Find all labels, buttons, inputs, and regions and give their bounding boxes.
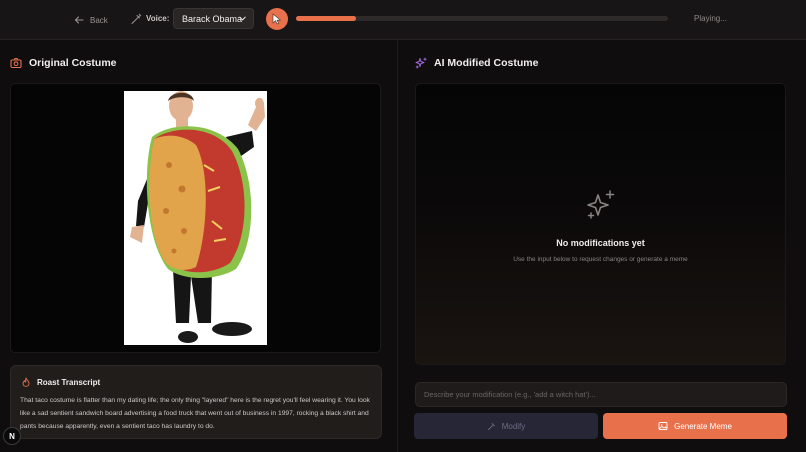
transcript-text: That taco costume is flatter than my dat… — [20, 397, 370, 430]
transcript-header: Roast Transcript — [21, 377, 100, 387]
modification-input[interactable] — [415, 382, 787, 407]
camera-icon — [10, 57, 22, 69]
sparkles-icon — [415, 57, 427, 69]
play-pause-button[interactable] — [266, 8, 288, 30]
empty-state-title: No modifications yet — [556, 238, 645, 248]
chevron-down-icon — [239, 16, 246, 21]
wand-icon — [131, 13, 142, 24]
panel-divider — [397, 40, 398, 452]
cursor-icon — [272, 13, 282, 25]
taco-costume-photo — [124, 91, 267, 345]
audio-progress-fill — [296, 16, 356, 21]
top-bar: Back Voice: Barack Obama Playing... — [0, 0, 806, 40]
original-costume-image — [124, 91, 267, 345]
voice-select-value: Barack Obama — [182, 13, 243, 24]
empty-state-subtitle: Use the input below to request changes o… — [513, 256, 688, 263]
generate-label: Generate Meme — [674, 421, 732, 431]
original-panel-title: Original Costume — [10, 57, 117, 69]
audio-progress-bar[interactable] — [296, 16, 668, 21]
transcript-title: Roast Transcript — [37, 377, 101, 387]
modify-label: Modify — [501, 421, 526, 431]
voice-label: Voice: — [146, 14, 170, 23]
wand-icon — [487, 422, 495, 430]
original-title-text: Original Costume — [29, 57, 117, 69]
sparkles-icon — [587, 190, 615, 219]
modified-title-text: AI Modified Costume — [434, 57, 539, 69]
modified-image-frame — [415, 83, 786, 365]
image-icon — [658, 422, 668, 430]
modified-panel-title: AI Modified Costume — [415, 57, 538, 69]
back-button[interactable]: Back — [74, 12, 108, 28]
generate-meme-button[interactable]: Generate Meme — [603, 413, 787, 439]
arrow-left-icon — [74, 16, 84, 24]
flame-icon — [22, 377, 30, 387]
back-label: Back — [90, 15, 108, 25]
n-badge[interactable]: N — [3, 427, 21, 445]
modify-button[interactable]: Modify — [414, 413, 598, 439]
playback-status: Playing... — [694, 14, 727, 23]
roast-transcript-card: Roast Transcript That taco costume is fl… — [10, 365, 382, 439]
voice-select[interactable]: Barack Obama — [173, 8, 254, 29]
